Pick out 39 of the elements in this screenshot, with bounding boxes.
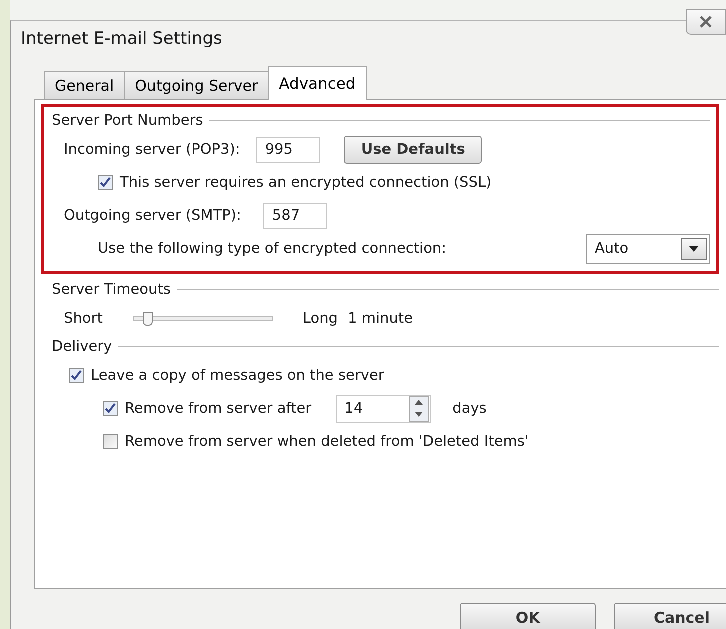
input-field[interactable]: 14 — [336, 400, 409, 416]
check-icon — [105, 403, 116, 414]
caret-icon — [689, 246, 699, 252]
tab[interactable]: General — [44, 71, 126, 99]
group-title: Server Port Numbers — [52, 113, 204, 129]
tab[interactable]: Outgoing Server — [124, 71, 270, 99]
slider-min-label: Short — [64, 310, 103, 326]
checkbox-label: Remove from server when deleted from 'Deleted Items' — [125, 434, 529, 450]
field-label: Incoming server (POP3): — [64, 142, 240, 158]
down-arrow-icon[interactable] — [414, 412, 423, 417]
number-field[interactable]: 14 — [336, 394, 431, 422]
checkbox-label: Leave a copy of messages on the server — [91, 368, 384, 384]
window-title: Internet E-mail Settings — [20, 28, 222, 49]
check-icon — [71, 370, 82, 381]
timeout-reading: 1 minute — [348, 310, 413, 326]
group-title: Delivery — [52, 339, 112, 355]
close-icon — [699, 16, 713, 28]
unit-label: days — [452, 400, 487, 416]
field-label: Use the following type of encrypted connection: — [98, 240, 447, 256]
checkbox[interactable] — [103, 401, 118, 416]
slider-thumb[interactable] — [142, 312, 153, 326]
group-title: Server Timeouts — [52, 282, 171, 298]
field-label: Outgoing server (SMTP): — [64, 208, 242, 224]
checkbox[interactable] — [103, 434, 118, 449]
tab[interactable]: Advanced — [268, 66, 367, 100]
slider-max-label: Long — [302, 310, 338, 326]
checkbox[interactable] — [98, 175, 113, 190]
check-icon — [100, 177, 111, 188]
close-button[interactable] — [686, 9, 726, 35]
dialog-button[interactable]: OK — [460, 603, 596, 629]
checkbox[interactable] — [69, 368, 84, 383]
up-arrow-icon[interactable] — [414, 400, 423, 405]
dropdown[interactable]: Auto — [586, 234, 710, 264]
input-field[interactable]: 587 — [263, 202, 328, 228]
checkbox-label: Remove from server after — [125, 400, 312, 416]
use-defaults-button[interactable]: Use Defaults — [344, 136, 482, 164]
checkbox-label: This server requires an encrypted connection (SSL) — [120, 174, 492, 190]
input-field[interactable]: 995 — [256, 136, 320, 162]
dialog-button[interactable]: Cancel — [614, 603, 726, 629]
